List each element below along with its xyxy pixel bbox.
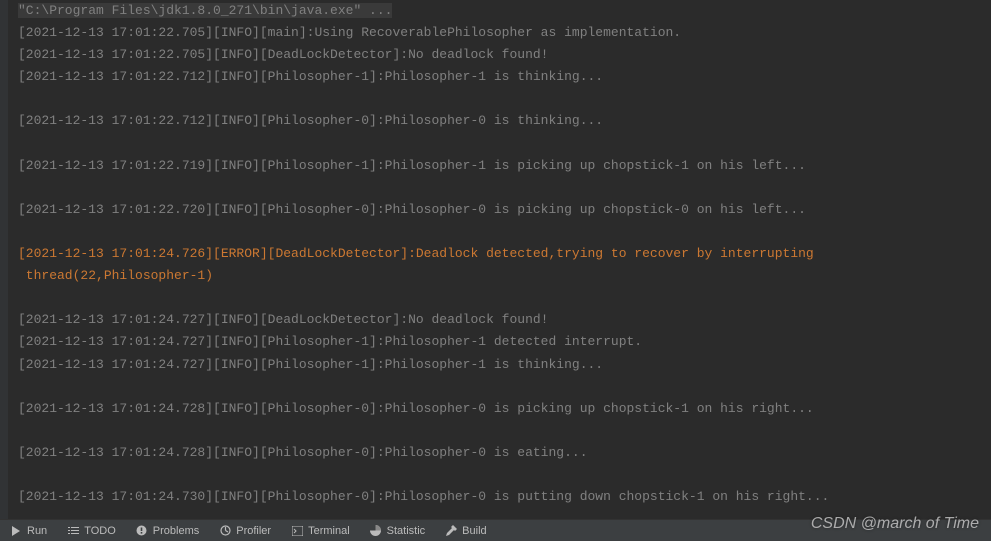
log-line: [2021-12-13 17:01:22.712][INFO][Philosop… bbox=[18, 66, 991, 88]
log-line-blank bbox=[18, 376, 991, 398]
tab-label: Problems bbox=[153, 525, 199, 537]
watermark-text: CSDN @march of Time bbox=[811, 515, 979, 533]
log-line: [2021-12-13 17:01:22.712][INFO][Philosop… bbox=[18, 110, 991, 132]
warning-icon bbox=[136, 525, 148, 537]
log-line-blank bbox=[18, 133, 991, 155]
tab-profiler[interactable]: Profiler bbox=[209, 520, 281, 541]
log-line: [2021-12-13 17:01:24.727][INFO][Philosop… bbox=[18, 331, 991, 353]
command-line: "C:\Program Files\jdk1.8.0_271\bin\java.… bbox=[18, 3, 392, 18]
log-line-blank bbox=[18, 221, 991, 243]
console-output[interactable]: "C:\Program Files\jdk1.8.0_271\bin\java.… bbox=[0, 0, 991, 519]
log-line-blank bbox=[18, 464, 991, 486]
play-icon bbox=[10, 525, 22, 537]
tab-todo[interactable]: TODO bbox=[57, 520, 126, 541]
log-line-blank bbox=[18, 177, 991, 199]
log-line: [2021-12-13 17:01:24.728][INFO][Philosop… bbox=[18, 398, 991, 420]
log-line: [2021-12-13 17:01:22.705][INFO][main]:Us… bbox=[18, 22, 991, 44]
log-line-blank bbox=[18, 287, 991, 309]
statistic-icon bbox=[370, 525, 382, 537]
tab-label: Profiler bbox=[236, 525, 271, 537]
tab-label: Build bbox=[462, 525, 486, 537]
log-line: [2021-12-13 17:01:24.730][INFO][Philosop… bbox=[18, 486, 991, 508]
tab-statistic[interactable]: Statistic bbox=[360, 520, 436, 541]
list-icon bbox=[67, 525, 79, 537]
hammer-icon bbox=[445, 525, 457, 537]
terminal-icon bbox=[291, 525, 303, 537]
tab-label: TODO bbox=[84, 525, 116, 537]
log-line-blank bbox=[18, 88, 991, 110]
tab-problems[interactable]: Problems bbox=[126, 520, 209, 541]
tab-terminal[interactable]: Terminal bbox=[281, 520, 360, 541]
log-line: [2021-12-13 17:01:24.727][INFO][DeadLock… bbox=[18, 309, 991, 331]
tab-label: Statistic bbox=[387, 525, 426, 537]
log-line: [2021-12-13 17:01:24.727][INFO][Philosop… bbox=[18, 354, 991, 376]
log-line-error: thread(22,Philosopher-1) bbox=[18, 265, 991, 287]
log-line: [2021-12-13 17:01:22.705][INFO][DeadLock… bbox=[18, 44, 991, 66]
tab-build[interactable]: Build bbox=[435, 520, 496, 541]
tab-label: Terminal bbox=[308, 525, 350, 537]
log-line: [2021-12-13 17:01:22.720][INFO][Philosop… bbox=[18, 199, 991, 221]
log-line-blank bbox=[18, 420, 991, 442]
console-gutter bbox=[0, 0, 8, 519]
profiler-icon bbox=[219, 525, 231, 537]
log-line-error: [2021-12-13 17:01:24.726][ERROR][DeadLoc… bbox=[18, 243, 991, 265]
tab-run[interactable]: Run bbox=[0, 520, 57, 541]
log-line: [2021-12-13 17:01:22.719][INFO][Philosop… bbox=[18, 155, 991, 177]
tab-label: Run bbox=[27, 525, 47, 537]
log-line: [2021-12-13 17:01:24.728][INFO][Philosop… bbox=[18, 442, 991, 464]
